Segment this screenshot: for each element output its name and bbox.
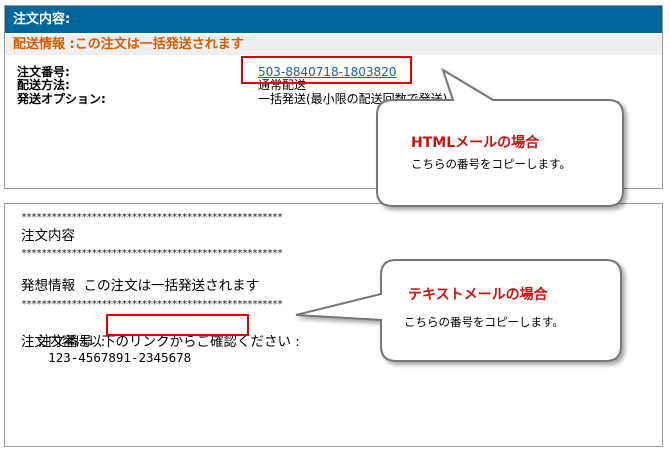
separator-line: ****************************************… [21, 248, 283, 259]
html-callout-text: こちらの番号をコピーします。 [411, 157, 571, 171]
text-callout-title: テキストメールの場合 [408, 287, 548, 303]
text-confirm-line: 注文内容は以下のリンクからご確認ください : [21, 334, 300, 350]
text-shipping-info: 発想情報 この注文は一括発送されます [21, 278, 260, 294]
html-mail-callout: HTMLメールの場合 こちらの番号をコピーします。 [373, 67, 628, 211]
html-callout-title: HTMLメールの場合 [411, 135, 540, 151]
separator-line: ****************************************… [21, 299, 283, 310]
text-mail-callout: テキストメールの場合 こちらの番号をコピーします。 [295, 258, 626, 366]
shipping-method-label: 配送方法: [17, 78, 70, 92]
text-order-title: 注文内容 [21, 228, 75, 244]
text-order-number-value[interactable]: 123-4567891-2345678 [48, 350, 191, 365]
separator-line: ****************************************… [21, 212, 283, 223]
text-order-number-highlight [106, 314, 249, 336]
order-content-header: 注文内容: [5, 6, 662, 33]
text-callout-text: こちらの番号をコピーします。 [404, 315, 564, 329]
callout-bubble-shape [295, 259, 622, 362]
shipping-info-banner: 配送情報 :この注文は一括発送されます [5, 35, 662, 55]
shipping-option-label: 発送オプション: [17, 92, 106, 106]
